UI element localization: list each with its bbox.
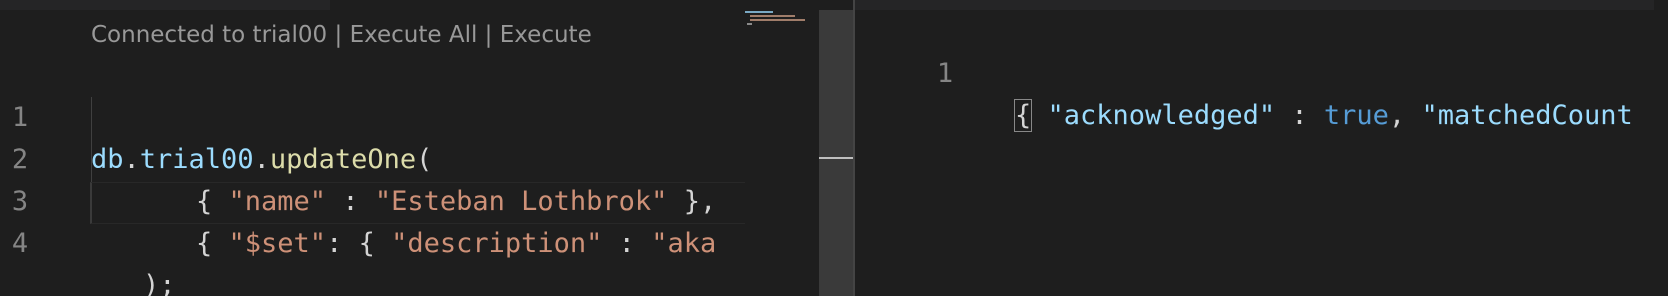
codelens-connection[interactable]: Connected to trial00 (91, 22, 327, 48)
result-line-1[interactable]: 1 { "acknowledged" : true, "matchedCount (855, 11, 1668, 132)
code-line-4[interactable]: 4 ); (0, 181, 745, 296)
codelens-execute-all-link[interactable]: Execute All (350, 22, 478, 48)
code-line-1[interactable]: 1 db.trial00.updateOne( (0, 55, 745, 175)
line-number: 4 (11, 228, 29, 259)
vertical-scrollbar[interactable] (819, 10, 853, 296)
minimap-line (747, 23, 752, 25)
minimap-line (750, 19, 805, 21)
minimap-line (750, 15, 795, 17)
right-editor-pane[interactable]: 1 { "acknowledged" : true, "matchedCount (855, 0, 1668, 296)
matched-bracket: { (1013, 99, 1033, 132)
right-vertical-scrollbar[interactable] (1654, 0, 1668, 296)
codelens-execute-link[interactable]: Execute (500, 22, 592, 48)
codelens-bar: Connected to trial00 | Execute All | Exe… (91, 20, 592, 50)
scrollbar-position-mark (819, 157, 853, 159)
code-line-3[interactable]: 3 { "$set": { "description" : "aka (0, 139, 745, 259)
code-content: { "$set": { "description" : "aka (196, 228, 717, 259)
minimap[interactable] (745, 0, 819, 296)
codelens-separator: | (327, 22, 350, 48)
left-editor-pane[interactable]: Connected to trial00 | Execute All | Exe… (0, 0, 745, 296)
codelens-separator: | (477, 22, 500, 48)
tab-strip-remnant (855, 0, 1668, 10)
minimap-line (745, 11, 773, 13)
tab-strip-remnant (0, 0, 330, 10)
code-content: ); (143, 270, 176, 296)
code-content: { "acknowledged" : true, "matchedCount (1013, 99, 1633, 132)
code-line-2[interactable]: 2 { "name" : "Esteban Lothbrok" }, (0, 97, 745, 217)
line-number: 1 (936, 58, 954, 89)
